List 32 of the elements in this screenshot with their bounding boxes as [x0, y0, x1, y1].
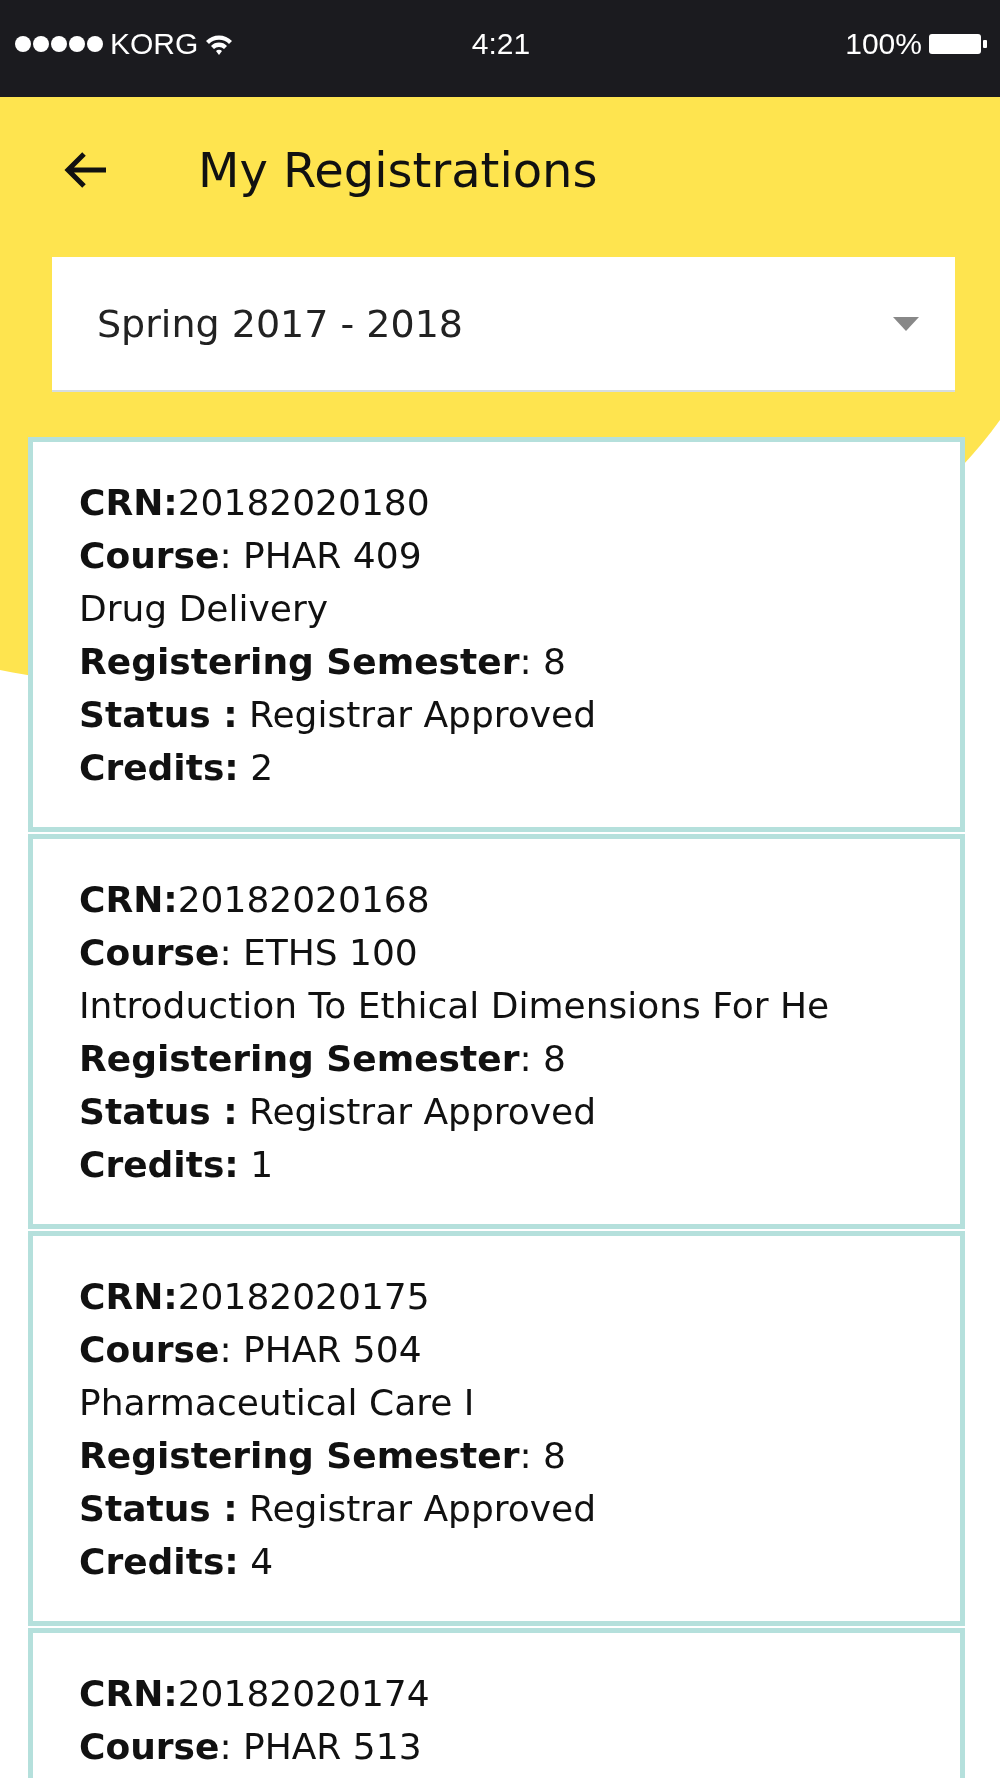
- card-text: Course: PHAR 513: [79, 1725, 423, 1769]
- card-text: Registering Semester: 8: [79, 1037, 567, 1081]
- card-text: Pharmaceutical Care I: [79, 1381, 476, 1425]
- registration-card[interactable]: CRN:20182020180 Course: PHAR 409 Drug Delivery Registering Semester: 8 Status : Registrar Approved Credits: 2: [28, 437, 965, 832]
- card-text: CRN:20182020180: [79, 481, 431, 525]
- registration-card[interactable]: CRN:20182020168 Course: ETHS 100 Introduction To Ethical Dimensions For He Registering Semester: 8 Status : Registrar Approved Credits: 1: [28, 834, 965, 1229]
- battery-icon: [928, 31, 988, 56]
- card-text: Status : Registrar Approved: [79, 1090, 598, 1134]
- semester-dropdown[interactable]: Spring 2017 - 2018: [52, 257, 955, 392]
- card-text: Course: PHAR 409: [79, 534, 423, 578]
- carrier-name: KORG: [110, 26, 199, 61]
- card-text: Credits: 4: [79, 1540, 275, 1584]
- registration-card[interactable]: CRN:20182020175 Course: PHAR 504 Pharmaceutical Care I Registering Semester: 8 Status : Registrar Approved Credits: 4: [28, 1231, 965, 1626]
- card-text: Course: PHAR 504: [79, 1328, 423, 1372]
- card-text: Introduction To Ethical Dimensions For He: [79, 984, 831, 1028]
- registration-card[interactable]: CRN:20182020174 Course: PHAR 513: [28, 1628, 965, 1778]
- card-text: Status : Registrar Approved: [79, 1487, 598, 1531]
- battery-percent: 100%: [845, 26, 922, 61]
- dropdown-arrow-icon: [893, 316, 919, 331]
- card-text: CRN:20182020174: [79, 1672, 431, 1716]
- card-text: Credits: 2: [79, 746, 275, 790]
- card-text: Registering Semester: 8: [79, 640, 567, 684]
- page-title: My Registrations: [198, 142, 598, 198]
- card-text: CRN:20182020168: [79, 878, 431, 922]
- card-text: Registering Semester: 8: [79, 1434, 567, 1478]
- card-text: Course: ETHS 100: [79, 931, 419, 975]
- card-text: Status : Registrar Approved: [79, 693, 598, 737]
- clock-time: 4:21: [471, 26, 531, 61]
- signal-icon: [14, 33, 104, 54]
- card-text: Drug Delivery: [79, 587, 330, 631]
- card-text: Credits: 1: [79, 1143, 275, 1187]
- card-text: CRN:20182020175: [79, 1275, 431, 1319]
